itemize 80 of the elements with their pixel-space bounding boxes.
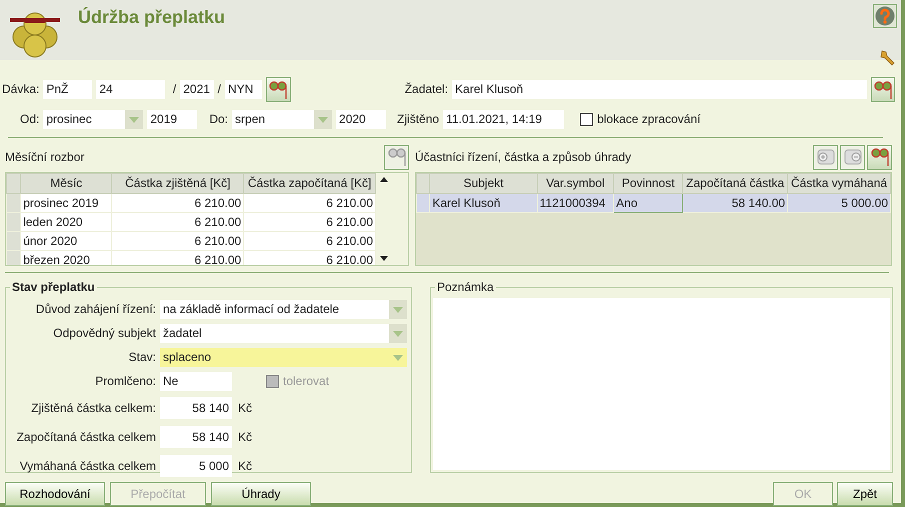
view-button[interactable]: [867, 144, 892, 170]
field-label: Důvod zahájení řízení:: [34, 302, 156, 317]
action-button[interactable]: Úhrady: [211, 482, 311, 506]
table-cell: 6 210.00: [112, 250, 244, 265]
help-icon: [875, 6, 895, 26]
column-header: Částka vymáhaná: [788, 174, 890, 194]
input-field[interactable]: 5 000: [160, 455, 232, 477]
field-label: Promlčeno:: [94, 374, 156, 389]
unit-label: Kč: [238, 458, 252, 474]
input-field[interactable]: 11.01.2021, 14:19: [443, 110, 564, 129]
dropdown[interactable]: na základě informací od žadatele: [160, 300, 390, 319]
field-label: Zjištěná částka celkem:: [30, 400, 156, 416]
input-field[interactable]: 24: [96, 80, 165, 99]
section-title: Měsíční rozbor: [5, 150, 84, 164]
column-header: Částka zjištěná [Kč]: [112, 174, 244, 194]
window-title: Údržba přeplatku: [78, 7, 226, 29]
input-field[interactable]: 58 140: [160, 426, 232, 448]
action-button[interactable]: Rozhodování: [5, 482, 105, 506]
field-label: Odpovědný subjekt: [52, 326, 156, 341]
help-button[interactable]: [873, 4, 897, 28]
table-cell: leden 2020: [20, 212, 112, 232]
column-header: Var.symbol: [537, 174, 614, 194]
table-cell: Ano: [614, 194, 683, 212]
checkbox[interactable]: [580, 112, 594, 126]
input-field[interactable]: 58 140: [160, 397, 232, 419]
column-header: Povinnost: [614, 174, 683, 194]
unit-label: Kč: [238, 430, 252, 444]
table-cell: 58 140.00: [682, 194, 788, 212]
field-label: Do:: [209, 112, 228, 127]
glasses-icon: [386, 147, 406, 167]
column-header: Subjekt: [430, 174, 538, 194]
unit-label: Kč: [238, 400, 252, 416]
table-cell: březen 2020: [20, 250, 112, 265]
glasses-icon: [872, 80, 893, 100]
dropdown[interactable]: splaceno: [160, 348, 390, 367]
field-label: Od:: [20, 112, 40, 127]
checkbox-label: tolerovat: [283, 374, 330, 389]
dropdown[interactable]: srpen: [232, 110, 314, 129]
table-cell: 5 000.00: [788, 194, 890, 212]
glasses-icon: [870, 147, 890, 167]
wrench-icon[interactable]: [879, 48, 897, 66]
glasses-icon: [268, 80, 288, 100]
checkbox-label: blokace zpracování: [597, 112, 700, 127]
table-cell: 6 210.00: [244, 232, 376, 250]
input-field[interactable]: 2020: [336, 110, 386, 129]
table-cell: Karel Klusoň: [430, 194, 538, 212]
view-button[interactable]: [870, 77, 895, 102]
field-label: Žadatel:: [404, 82, 448, 97]
table-cell: únor 2020: [20, 232, 112, 250]
field-label: Zjištěno: [397, 112, 440, 127]
input-field[interactable]: Karel Klusoň: [452, 80, 867, 99]
input-field[interactable]: NYN: [224, 80, 262, 99]
column-header: Částka započítaná [Kč]: [244, 174, 376, 194]
table-cell: 1121000394: [537, 194, 614, 212]
dropdown[interactable]: žadatel: [160, 324, 390, 343]
field-label: Dávka:: [2, 82, 40, 97]
action-button[interactable]: Zpět: [837, 482, 893, 506]
column-header: Měsíc: [20, 174, 112, 194]
table-cell: 6 210.00: [112, 212, 244, 232]
separator: /: [172, 82, 176, 97]
input-field[interactable]: 2019: [147, 110, 198, 129]
field-label: Započítaná částka celkem: [16, 430, 156, 444]
group-title: Poznámka: [435, 280, 496, 294]
table-row[interactable]: Karel Klusoň 1121000394 Ano 58 140.00 5 000.00: [416, 194, 890, 212]
table-cell: 6 210.00: [112, 232, 244, 250]
table-cell: 6 210.00: [244, 250, 376, 265]
dropdown[interactable]: prosinec: [43, 110, 126, 129]
table-cell: prosinec 2019: [20, 194, 112, 212]
view-button[interactable]: [266, 77, 291, 102]
field-label: Vymáhaná částka celkem: [18, 458, 156, 474]
table-cell: 6 210.00: [112, 194, 244, 212]
separator: /: [218, 82, 221, 97]
table-cell: 6 210.00: [244, 212, 376, 232]
field-label: Stav:: [128, 350, 156, 365]
input-field[interactable]: 2021: [180, 80, 214, 99]
column-header: Započítaná částka: [682, 174, 788, 194]
table-cell: 6 210.00: [244, 194, 376, 212]
group-title: Stav přeplatku: [10, 280, 97, 294]
section-title: Účastníci řízení, částka a způsob úhrady: [415, 150, 632, 164]
input-field[interactable]: PnŽ: [43, 80, 92, 99]
